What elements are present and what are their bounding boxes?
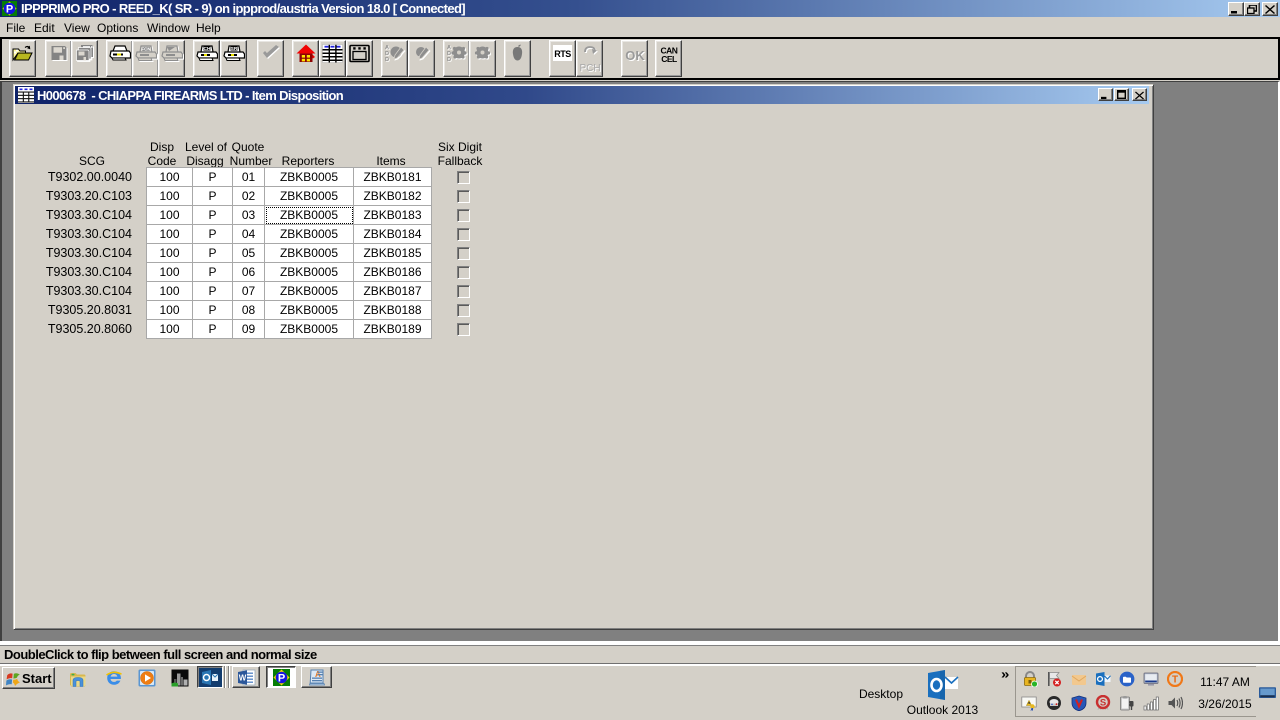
svg-text:FCN: FCN [141,46,150,51]
svg-text:W: W [239,674,247,683]
svg-text:RTS: RTS [554,49,571,59]
svg-text:CEL: CEL [661,54,677,64]
svg-text:SR: SR [230,46,237,52]
svg-text:D: D [385,57,389,63]
svg-text:S: S [1100,698,1106,709]
svg-text:D: D [447,57,451,63]
svg-text:CH: CH [203,46,210,52]
svg-text:T: T [1172,675,1178,686]
svg-text:PCH: PCH [579,63,600,74]
svg-text:OK: OK [625,48,645,63]
svg-text:P: P [6,4,13,16]
svg-text:P: P [278,673,285,685]
